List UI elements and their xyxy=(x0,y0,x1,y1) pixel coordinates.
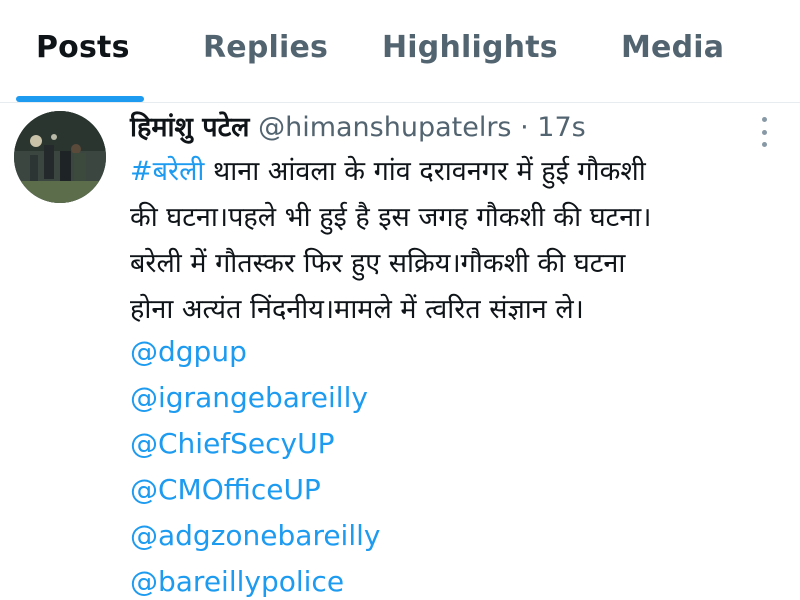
avatar[interactable] xyxy=(14,111,106,203)
tab-replies[interactable]: Replies xyxy=(203,30,328,65)
tab-posts[interactable]: Posts xyxy=(36,30,130,65)
mention-link[interactable]: @adgzonebareilly xyxy=(130,519,380,552)
mention-link[interactable]: @dgpup xyxy=(130,335,247,368)
post-time[interactable]: 17s xyxy=(537,112,585,143)
tweet-text-line-2: की घटना।पहले भी हुई है इस जगह गौकशी की घ… xyxy=(130,202,652,233)
mention-link[interactable]: @CMOfficeUP xyxy=(130,473,321,506)
display-name[interactable]: हिमांशु पटेल xyxy=(130,112,249,143)
hashtag-link[interactable]: #बरेली xyxy=(130,156,204,187)
profile-tabs: Posts Replies Highlights Media xyxy=(0,0,800,103)
tweet-text-segment: थाना आंवला के गांव दरावनगर में हुई गौकशी xyxy=(204,156,646,187)
more-vertical-icon[interactable] xyxy=(754,117,774,147)
meta-separator: · xyxy=(520,112,529,143)
mention-link[interactable]: @igrangebareilly xyxy=(130,381,368,414)
tweet-text-line-3: बरेली में गौतस्कर फिर हुए सक्रिय।गौकशी क… xyxy=(130,248,626,279)
tweet-text-line-1: #बरेली थाना आंवला के गांव दरावनगर में हु… xyxy=(130,149,770,195)
tab-highlights[interactable]: Highlights xyxy=(382,30,558,65)
mention-link[interactable]: @bareillypolice xyxy=(130,565,344,598)
tweet[interactable]: हिमांशु पटेल @himanshupatelrs · 17s #बरे… xyxy=(0,103,800,600)
tweet-text-line-4: होना अत्यंत निंदनीय।मामले में त्वरित संज… xyxy=(130,294,584,325)
active-tab-indicator xyxy=(16,96,144,102)
user-handle[interactable]: @himanshupatelrs xyxy=(258,112,511,143)
tweet-text: #बरेली थाना आंवला के गांव दरावनगर में हु… xyxy=(130,149,770,333)
mention-link[interactable]: @ChiefSecyUP xyxy=(130,427,335,460)
avatar-photo xyxy=(14,111,106,203)
tab-media[interactable]: Media xyxy=(621,30,724,65)
tweet-header: हिमांशु पटेल @himanshupatelrs · 17s xyxy=(130,107,586,144)
